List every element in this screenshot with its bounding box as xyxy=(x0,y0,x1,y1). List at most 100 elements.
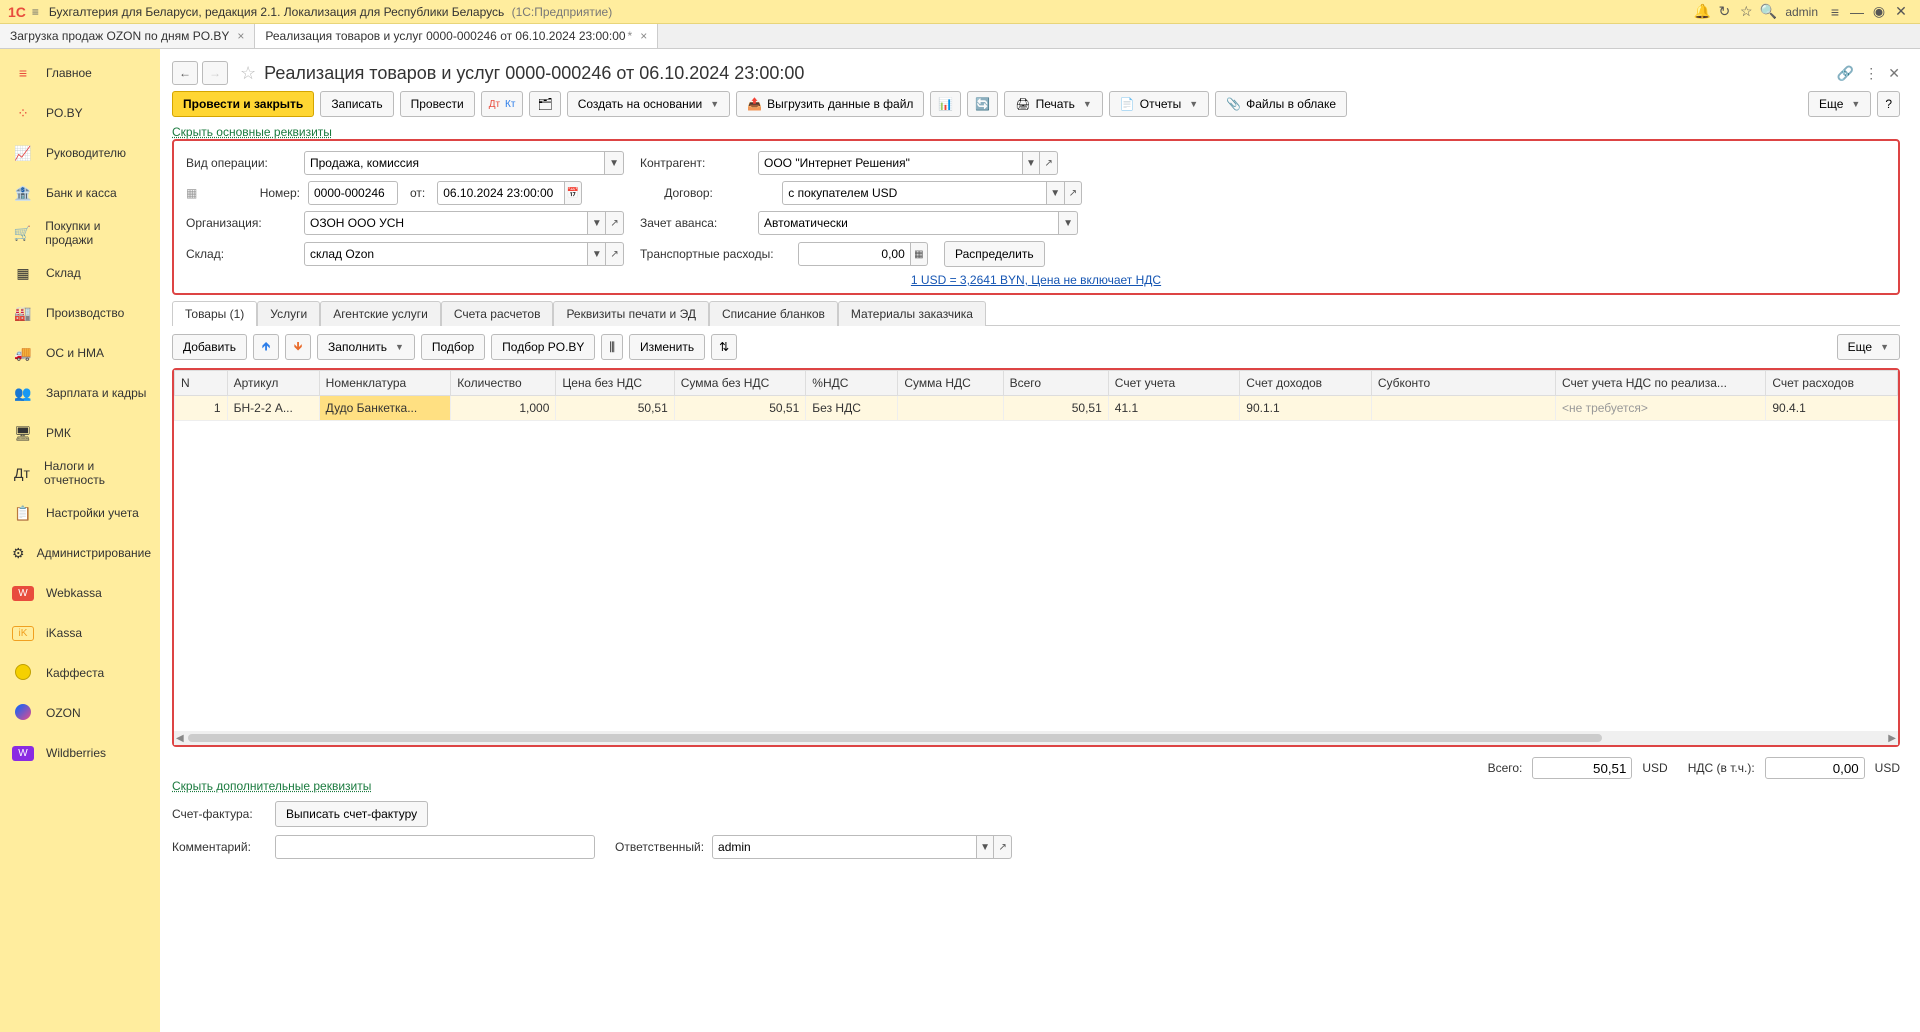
maximize-icon[interactable]: ◉ xyxy=(1868,3,1890,20)
close-icon[interactable]: ✕ xyxy=(1890,3,1912,20)
col-sku[interactable]: Артикул xyxy=(227,371,319,396)
sidebar-item-kaffesta[interactable]: Каффеста xyxy=(0,653,160,693)
open-icon[interactable]: ↗ xyxy=(994,835,1012,859)
sidebar-item-bank[interactable]: 🏦Банк и касса xyxy=(0,173,160,213)
cell-sub[interactable] xyxy=(1371,396,1555,421)
post-button[interactable]: Провести xyxy=(400,91,475,117)
cell-vat-acc[interactable]: <не требуется> xyxy=(1555,396,1765,421)
op-type-input[interactable] xyxy=(304,151,605,175)
post-and-close-button[interactable]: Провести и закрыть xyxy=(172,91,314,117)
close-doc-icon[interactable]: ✕ xyxy=(1888,65,1900,82)
excel-button[interactable]: 📊 xyxy=(930,91,961,117)
nav-forward-button[interactable]: → xyxy=(202,61,228,85)
hide-extra-link[interactable]: Скрыть дополнительные реквизиты xyxy=(172,779,371,793)
warehouse-input[interactable] xyxy=(304,242,588,266)
star-icon[interactable]: ☆ xyxy=(1735,3,1757,20)
minimize-icon[interactable]: — xyxy=(1846,4,1868,20)
sidebar-item-poby[interactable]: ⁘PO.BY xyxy=(0,93,160,133)
select-button[interactable]: Подбор xyxy=(421,334,485,360)
responsible-input[interactable] xyxy=(712,835,977,859)
cell-n[interactable]: 1 xyxy=(175,396,228,421)
open-icon[interactable]: ↗ xyxy=(606,211,624,235)
advance-input[interactable] xyxy=(758,211,1059,235)
tab-agent[interactable]: Агентские услуги xyxy=(320,301,441,326)
scroll-right-icon[interactable]: ▶ xyxy=(1888,733,1896,744)
col-sub[interactable]: Субконто xyxy=(1371,371,1555,396)
contract-input[interactable] xyxy=(782,181,1047,205)
barcode-button[interactable]: ⫼ xyxy=(601,334,623,360)
more-button[interactable]: Еще▼ xyxy=(1808,91,1871,117)
col-vat[interactable]: %НДС xyxy=(806,371,898,396)
cell-total[interactable]: 50,51 xyxy=(1003,396,1108,421)
cell-sku[interactable]: БН-2-2 А... xyxy=(227,396,319,421)
dropdown-icon[interactable]: ▼ xyxy=(588,242,606,266)
transport-input[interactable] xyxy=(798,242,911,266)
sidebar-item-production[interactable]: 🏭Производство xyxy=(0,293,160,333)
files-button[interactable]: 📎Файлы в облаке xyxy=(1215,91,1347,117)
col-acc[interactable]: Счет учета xyxy=(1108,371,1240,396)
open-icon[interactable]: ↗ xyxy=(1065,181,1083,205)
col-total[interactable]: Всего xyxy=(1003,371,1108,396)
calendar-icon[interactable]: 📅 xyxy=(565,181,583,205)
change-button[interactable]: Изменить xyxy=(629,334,705,360)
help-button[interactable]: ? xyxy=(1877,91,1900,117)
dt-kt-button[interactable]: ДтКт xyxy=(481,91,524,117)
cell-vat[interactable]: Без НДС xyxy=(806,396,898,421)
dropdown-icon[interactable]: ▼ xyxy=(1059,211,1078,235)
dropdown-icon[interactable]: ▼ xyxy=(977,835,995,859)
user-name[interactable]: admin xyxy=(1785,5,1818,19)
burger-icon[interactable]: ≡ xyxy=(32,5,39,19)
sidebar-item-tax[interactable]: ДтНалоги и отчетность xyxy=(0,453,160,493)
col-exp[interactable]: Счет расходов xyxy=(1766,371,1898,396)
move-up-button[interactable]: 🡹 xyxy=(253,334,279,360)
sidebar-item-rmk[interactable]: 🖥РМК xyxy=(0,413,160,453)
col-price[interactable]: Цена без НДС xyxy=(556,371,674,396)
tab-services[interactable]: Услуги xyxy=(257,301,320,326)
sidebar-item-manager[interactable]: 📈Руководителю xyxy=(0,133,160,173)
sidebar-item-hr[interactable]: 👥Зарплата и кадры xyxy=(0,373,160,413)
org-input[interactable] xyxy=(304,211,588,235)
reports-button[interactable]: 📄Отчеты▼ xyxy=(1109,91,1209,117)
select-poby-button[interactable]: Подбор PO.BY xyxy=(491,334,595,360)
create-based-button[interactable]: Создать на основании▼ xyxy=(567,91,730,117)
sidebar-item-main[interactable]: ≡Главное xyxy=(0,53,160,93)
tab-accounts[interactable]: Счета расчетов xyxy=(441,301,554,326)
dropdown-icon[interactable]: ▼ xyxy=(588,211,606,235)
cell-acc[interactable]: 41.1 xyxy=(1108,396,1240,421)
cell-vat-sum[interactable] xyxy=(898,396,1003,421)
history-icon[interactable]: ↻ xyxy=(1713,3,1735,20)
scroll-thumb[interactable] xyxy=(188,734,1602,742)
tab-close-icon[interactable]: × xyxy=(237,29,244,43)
table-row[interactable]: 1 БН-2-2 А... Дудо Банкетка... 1,000 50,… xyxy=(175,396,1898,421)
rate-link[interactable]: 1 USD = 3,2641 BYN, Цена не включает НДС xyxy=(186,273,1886,287)
sort-button[interactable]: ⇅ xyxy=(711,334,737,360)
number-input[interactable] xyxy=(308,181,398,205)
open-icon[interactable]: ↗ xyxy=(1040,151,1058,175)
export-button[interactable]: 📤Выгрузить данные в файл xyxy=(736,91,924,117)
col-sum[interactable]: Сумма без НДС xyxy=(674,371,806,396)
distribute-button[interactable]: Распределить xyxy=(944,241,1045,267)
sidebar-item-ikassa[interactable]: iKiKassa xyxy=(0,613,160,653)
tab-materials[interactable]: Материалы заказчика xyxy=(838,301,986,326)
cell-exp[interactable]: 90.4.1 xyxy=(1766,396,1898,421)
print-button[interactable]: 🖨Печать▼ xyxy=(1004,91,1102,117)
col-n[interactable]: N xyxy=(175,371,228,396)
doc-tab-0[interactable]: Загрузка продаж OZON по дням PO.BY × xyxy=(0,24,255,48)
hide-main-link[interactable]: Скрыть основные реквизиты xyxy=(172,125,332,139)
sidebar-item-sales[interactable]: 🛒Покупки и продажи xyxy=(0,213,160,253)
dropdown-icon[interactable]: ▼ xyxy=(1023,151,1041,175)
sidebar-item-ozon[interactable]: OZON xyxy=(0,693,160,733)
col-inc[interactable]: Счет доходов xyxy=(1240,371,1372,396)
dropdown-icon[interactable]: ▼ xyxy=(605,151,624,175)
comment-input[interactable] xyxy=(275,835,595,859)
structure-button[interactable]: 🗂 xyxy=(529,91,560,117)
save-button[interactable]: Записать xyxy=(320,91,393,117)
cell-qty[interactable]: 1,000 xyxy=(451,396,556,421)
favorite-icon[interactable]: ☆ xyxy=(240,63,256,84)
write-invoice-button[interactable]: Выписать счет-фактуру xyxy=(275,801,428,827)
bell-icon[interactable]: 🔔 xyxy=(1691,3,1713,20)
search-icon[interactable]: 🔍 xyxy=(1757,3,1779,20)
tab-print[interactable]: Реквизиты печати и ЭД xyxy=(553,301,709,326)
date-input[interactable] xyxy=(437,181,565,205)
scroll-left-icon[interactable]: ◀ xyxy=(176,733,184,744)
